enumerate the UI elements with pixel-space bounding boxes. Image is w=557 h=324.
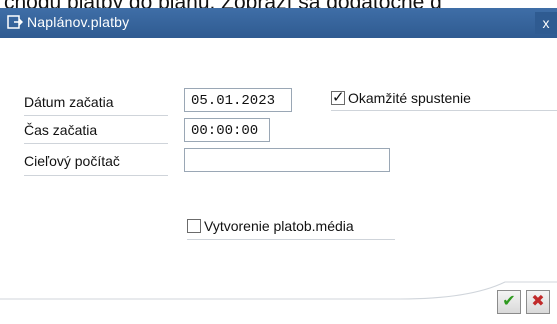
- create-payment-media-checkbox[interactable]: [187, 219, 201, 233]
- immediate-start-option[interactable]: Okamžité spustenie: [331, 88, 471, 106]
- immediate-start-checkbox[interactable]: [331, 88, 345, 106]
- target-computer-label-underline: [24, 175, 168, 176]
- start-time-field[interactable]: 00:00:00: [184, 118, 270, 142]
- checkmark-icon: ✔: [502, 293, 516, 310]
- immediate-start-label: Okamžité spustenie: [348, 90, 471, 106]
- footer-divider: [0, 281, 557, 300]
- target-computer-field[interactable]: [184, 148, 390, 172]
- create-payment-media-underline: [187, 239, 395, 240]
- schedule-payment-dialog: Naplánov.platby x Dátum začatia 05.01.20…: [0, 8, 557, 324]
- close-icon: x: [542, 15, 550, 31]
- dialog-window-icon: [7, 15, 23, 29]
- dialog-footer: ✔ ✖: [0, 264, 557, 324]
- create-payment-media-option[interactable]: Vytvorenie platob.média: [187, 218, 354, 234]
- create-payment-media-label: Vytvorenie platob.média: [204, 218, 354, 234]
- start-date-label: Dátum začatia: [24, 94, 114, 110]
- start-time-label-underline: [24, 143, 168, 144]
- immediate-start-underline: [331, 110, 557, 111]
- start-date-label-underline: [24, 115, 168, 116]
- start-date-field[interactable]: 05.01.2023: [184, 88, 292, 112]
- close-button[interactable]: x: [535, 12, 557, 34]
- start-time-label: Čas začatia: [24, 122, 98, 138]
- cancel-x-icon: ✖: [531, 293, 545, 310]
- target-computer-label: Cieľový počítač: [24, 153, 120, 169]
- dialog-title: Naplánov.platby: [27, 14, 130, 30]
- confirm-button[interactable]: ✔: [497, 290, 521, 314]
- dialog-titlebar: Naplánov.platby x: [0, 8, 557, 38]
- cancel-button[interactable]: ✖: [526, 290, 550, 314]
